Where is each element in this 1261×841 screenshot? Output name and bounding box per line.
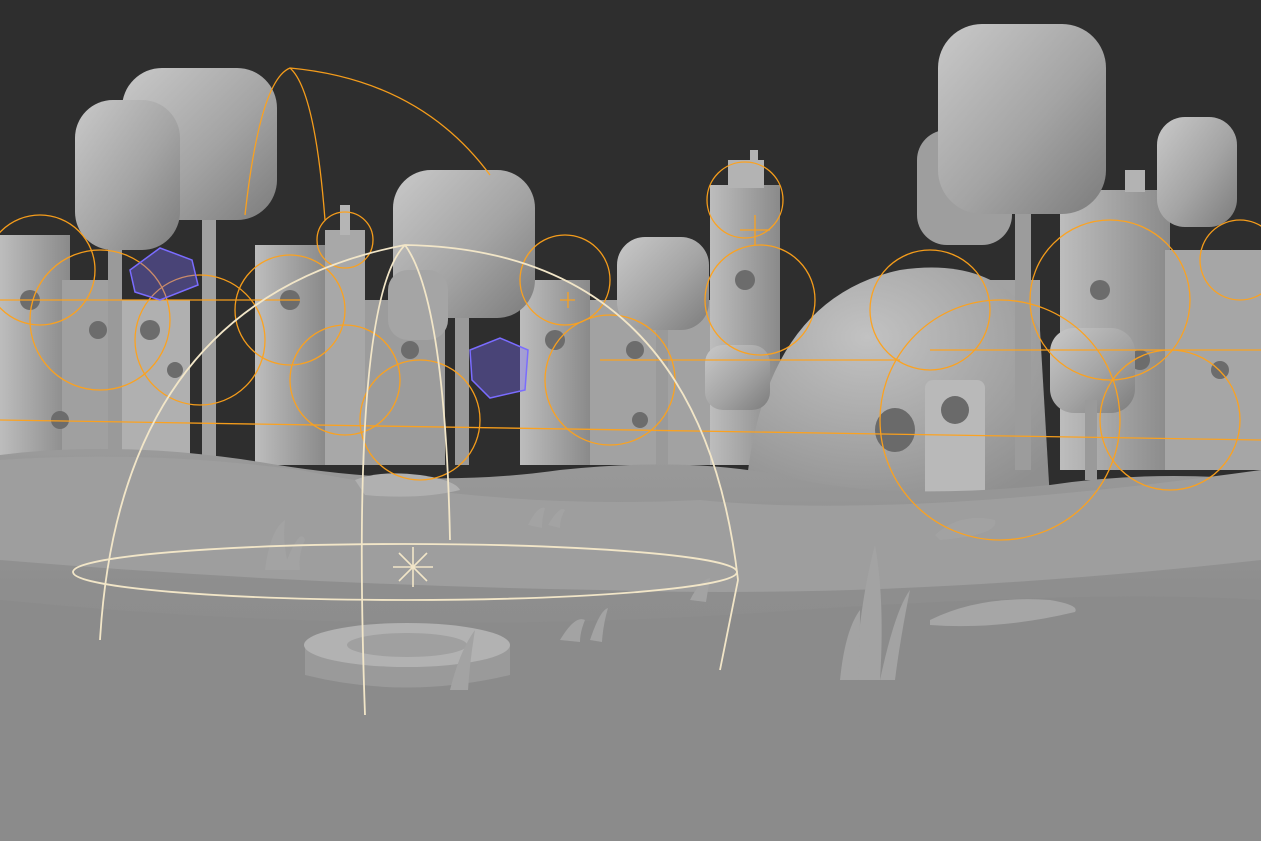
foreground-ground xyxy=(0,596,1261,841)
tree-trunk xyxy=(202,210,216,465)
tree-icon xyxy=(938,24,1106,214)
3d-viewport[interactable] xyxy=(0,0,1261,841)
sun-icon xyxy=(393,547,433,587)
tree-trunk xyxy=(108,240,122,465)
tree-icon xyxy=(1157,117,1237,227)
stump-icon[interactable] xyxy=(304,623,510,688)
tree-icon xyxy=(75,100,180,250)
tree-icon xyxy=(617,237,709,330)
scene-render[interactable] xyxy=(0,0,1261,841)
